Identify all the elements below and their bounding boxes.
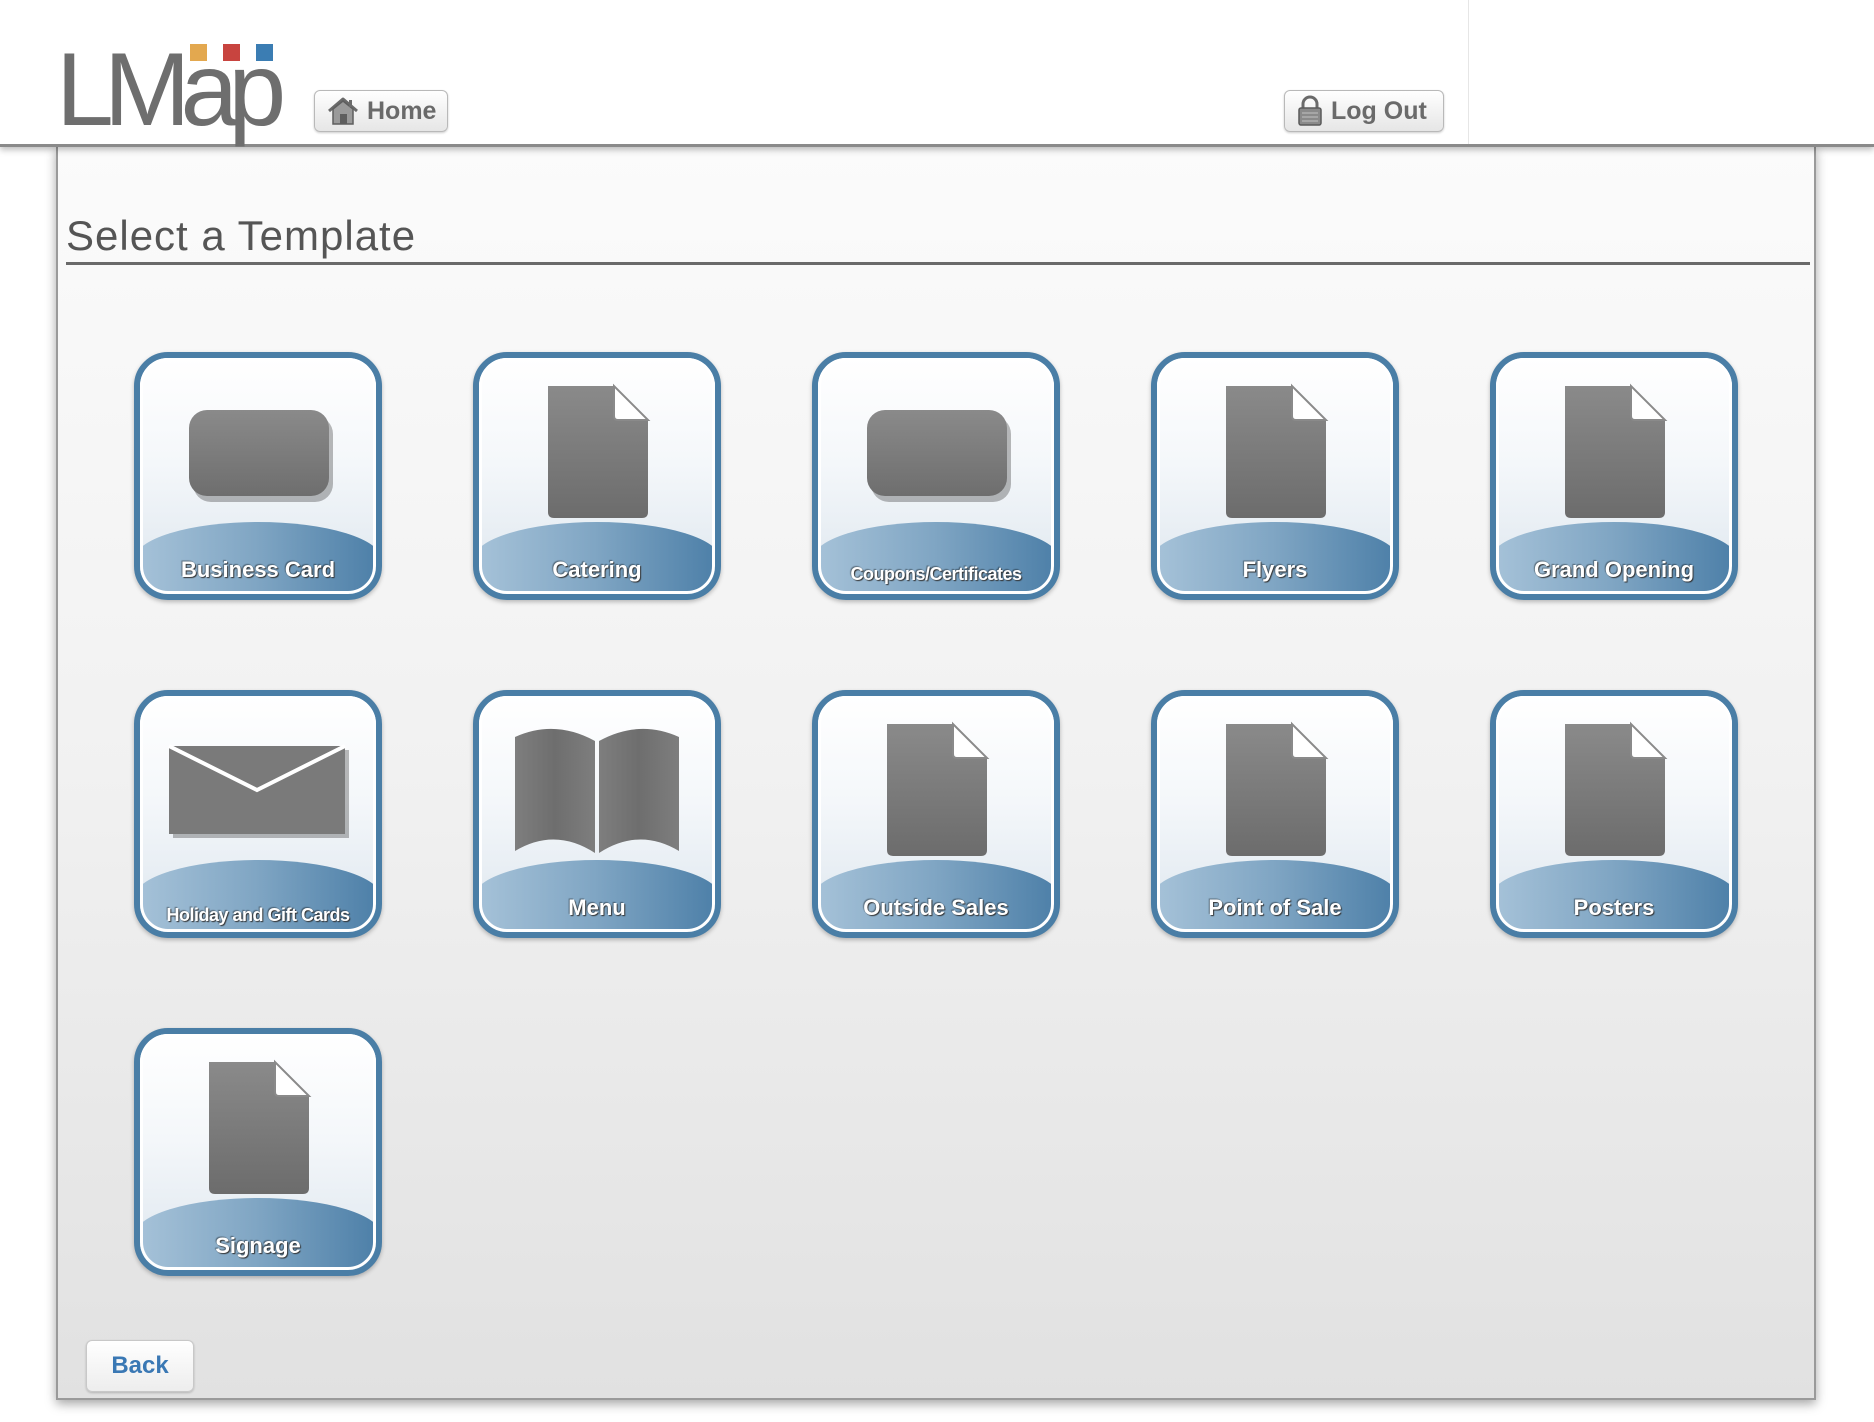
template-tile-catering[interactable]: Catering <box>473 352 721 600</box>
top-header: LMap Home Log Out <box>0 0 1874 147</box>
logo-square-blue <box>256 44 273 61</box>
template-tile-label: Catering <box>552 557 642 582</box>
header-divider <box>1468 0 1469 144</box>
logo-square-orange <box>190 44 207 61</box>
home-label: Home <box>367 96 437 125</box>
back-button[interactable]: Back <box>86 1340 194 1392</box>
page-title: Select a Template <box>66 212 417 259</box>
template-tile-label: Flyers <box>1242 557 1308 582</box>
house-icon <box>327 96 359 126</box>
template-tile-label: Menu <box>568 895 626 920</box>
document-icon <box>1496 718 1732 862</box>
card-icon <box>140 380 376 524</box>
template-tile-label: Point of Sale <box>1208 895 1342 920</box>
template-tile-label: Holiday and Gift Cards <box>166 905 350 925</box>
logo-square-red <box>223 44 240 61</box>
template-tile-point-of-sale[interactable]: Point of Sale <box>1151 690 1399 938</box>
app-window: LMap Home Log Out Select a Template Busi… <box>0 0 1874 1422</box>
template-tile-label: Coupons/Certificates <box>850 564 1022 584</box>
document-icon <box>1157 380 1393 524</box>
logo-text: LMap <box>56 32 286 148</box>
template-tile-outside-sales[interactable]: Outside Sales <box>812 690 1060 938</box>
lock-icon <box>1297 95 1323 127</box>
document-icon <box>1496 380 1732 524</box>
template-tile-label: Business Card <box>180 557 336 582</box>
template-tile-label: Outside Sales <box>863 895 1009 920</box>
template-tile-label: Signage <box>215 1233 301 1258</box>
title-divider <box>66 262 1810 265</box>
book-icon <box>479 718 715 862</box>
document-icon <box>1157 718 1393 862</box>
lmap-logo: LMap <box>56 38 296 148</box>
document-icon <box>479 380 715 524</box>
envelope-icon <box>140 718 376 862</box>
template-tile-flyers[interactable]: Flyers <box>1151 352 1399 600</box>
home-button[interactable]: Home <box>314 90 448 132</box>
document-icon <box>818 718 1054 862</box>
template-tile-grand-opening[interactable]: Grand Opening <box>1490 352 1738 600</box>
template-tile-menu[interactable]: Menu <box>473 690 721 938</box>
card-icon <box>818 380 1054 524</box>
content-panel: Select a Template Business Card Catering C… <box>56 146 1816 1400</box>
template-tile-coupons-certificates[interactable]: Coupons/Certificates <box>812 352 1060 600</box>
logout-button[interactable]: Log Out <box>1284 90 1444 132</box>
document-icon <box>140 1056 376 1200</box>
logout-label: Log Out <box>1331 96 1427 125</box>
template-tile-holiday-and-gift-cards[interactable]: Holiday and Gift Cards <box>134 690 382 938</box>
template-tile-posters[interactable]: Posters <box>1490 690 1738 938</box>
template-tile-signage[interactable]: Signage <box>134 1028 382 1276</box>
template-tile-business-card[interactable]: Business Card <box>134 352 382 600</box>
template-tile-label: Grand Opening <box>1533 557 1695 582</box>
template-tile-label: Posters <box>1573 895 1655 920</box>
